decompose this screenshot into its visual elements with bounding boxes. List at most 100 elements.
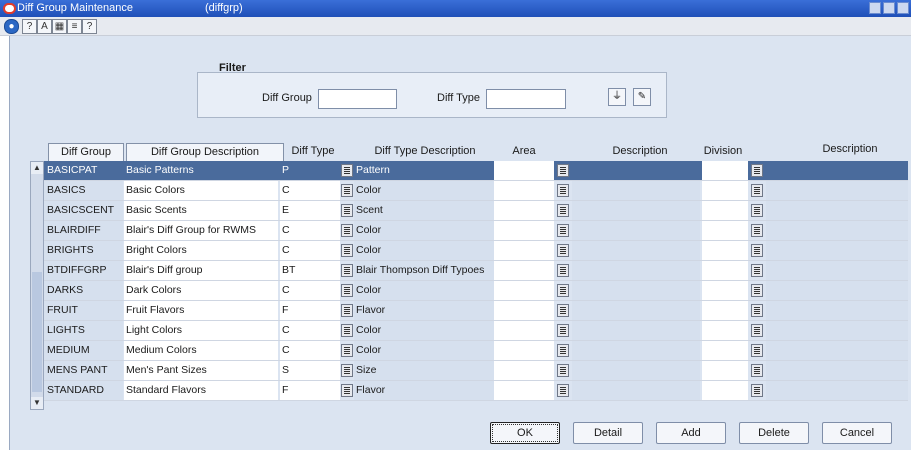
scroll-down-icon[interactable]: ▼ — [31, 397, 43, 409]
delete-button[interactable]: Delete — [739, 422, 809, 444]
diff-group-input[interactable] — [318, 89, 397, 109]
notes-icon[interactable]: ≡ — [67, 19, 82, 34]
cell-diff-group-description[interactable]: Blair's Diff group — [124, 261, 278, 280]
cell-area[interactable] — [494, 381, 554, 400]
info-icon[interactable]: ? — [82, 19, 97, 34]
lov-list-icon[interactable] — [557, 264, 569, 277]
cell-division[interactable] — [702, 181, 748, 200]
cell-area[interactable] — [494, 301, 554, 320]
cell-diff-group-description[interactable]: Standard Flavors — [124, 381, 278, 400]
table-row[interactable]: FRUIT Fruit Flavors F Flavor — [44, 301, 908, 321]
cell-division[interactable] — [702, 361, 748, 380]
cell-diff-type[interactable]: F — [280, 381, 340, 400]
lov-list-icon[interactable] — [557, 284, 569, 297]
scroll-up-icon[interactable]: ▲ — [31, 162, 43, 174]
lov-list-icon[interactable] — [341, 224, 353, 237]
table-row[interactable]: LIGHTS Light Colors C Color — [44, 321, 908, 341]
table-row[interactable]: STANDARD Standard Flavors F Flavor — [44, 381, 908, 401]
lov-list-icon[interactable] — [341, 184, 353, 197]
lov-list-icon[interactable] — [341, 264, 353, 277]
cell-division[interactable] — [702, 281, 748, 300]
lov-list-icon[interactable] — [341, 324, 353, 337]
table-row[interactable]: MEDIUM Medium Colors C Color — [44, 341, 908, 361]
maximize-icon[interactable] — [883, 2, 895, 14]
cell-diff-group-description[interactable]: Medium Colors — [124, 341, 278, 360]
cell-diff-group[interactable]: BASICS — [44, 181, 123, 200]
cell-diff-group[interactable]: BLAIRDIFF — [44, 221, 123, 240]
cell-division[interactable] — [702, 241, 748, 260]
cell-diff-group[interactable]: BASICSCENT — [44, 201, 123, 220]
detail-button[interactable]: Detail — [573, 422, 643, 444]
lov-list-icon[interactable] — [557, 304, 569, 317]
lov-list-icon[interactable] — [557, 364, 569, 377]
cell-diff-group-description[interactable]: Basic Patterns — [124, 161, 278, 180]
cell-diff-group[interactable]: DARKS — [44, 281, 123, 300]
cell-division[interactable] — [702, 341, 748, 360]
cell-diff-group[interactable]: BASICPAT — [44, 161, 123, 180]
cell-diff-type[interactable]: F — [280, 301, 340, 320]
cell-diff-group[interactable]: BRIGHTS — [44, 241, 123, 260]
lov-list-icon[interactable] — [341, 364, 353, 377]
column-header-diff-group[interactable]: Diff Group — [48, 143, 124, 162]
ok-button[interactable]: OK — [490, 422, 560, 444]
lov-list-icon[interactable] — [341, 284, 353, 297]
lov-list-icon[interactable] — [751, 244, 763, 257]
cell-division[interactable] — [702, 201, 748, 220]
cell-division[interactable] — [702, 301, 748, 320]
lov-list-icon[interactable] — [751, 184, 763, 197]
table-scrollbar[interactable]: ▲ ▼ — [30, 161, 44, 410]
help-icon[interactable]: ? — [22, 19, 37, 34]
column-header-diff-group-description[interactable]: Diff Group Description — [126, 143, 284, 162]
lov-list-icon[interactable] — [341, 304, 353, 317]
cell-diff-group[interactable]: LIGHTS — [44, 321, 123, 340]
cell-diff-group-description[interactable]: Fruit Flavors — [124, 301, 278, 320]
table-row[interactable]: MENS PANT Men's Pant Sizes S Size — [44, 361, 908, 381]
cell-area[interactable] — [494, 241, 554, 260]
cell-area[interactable] — [494, 161, 554, 180]
cell-diff-type[interactable]: C — [280, 221, 340, 240]
cell-division[interactable] — [702, 221, 748, 240]
lov-list-icon[interactable] — [557, 384, 569, 397]
cell-diff-group[interactable]: STANDARD — [44, 381, 123, 400]
lov-list-icon[interactable] — [557, 184, 569, 197]
lov-list-icon[interactable] — [557, 164, 569, 177]
lov-list-icon[interactable] — [751, 384, 763, 397]
lov-list-icon[interactable] — [341, 344, 353, 357]
table-row[interactable]: BTDIFFGRP Blair's Diff group BT Blair Th… — [44, 261, 908, 281]
cell-division[interactable] — [702, 381, 748, 400]
lov-list-icon[interactable] — [751, 224, 763, 237]
lov-list-icon[interactable] — [557, 204, 569, 217]
cell-diff-group[interactable]: MENS PANT — [44, 361, 123, 380]
spell-icon[interactable]: A — [37, 19, 52, 34]
cell-diff-group[interactable]: BTDIFFGRP — [44, 261, 123, 280]
cell-diff-group-description[interactable]: Light Colors — [124, 321, 278, 340]
clear-filter-icon[interactable]: ✎ — [633, 88, 651, 106]
cell-area[interactable] — [494, 341, 554, 360]
cell-diff-type[interactable]: C — [280, 241, 340, 260]
cell-diff-group-description[interactable]: Basic Scents — [124, 201, 278, 220]
lov-list-icon[interactable] — [751, 164, 763, 177]
cell-diff-group-description[interactable]: Dark Colors — [124, 281, 278, 300]
cancel-button[interactable]: Cancel — [822, 422, 892, 444]
lov-list-icon[interactable] — [341, 244, 353, 257]
lov-list-icon[interactable] — [751, 304, 763, 317]
cell-diff-type[interactable]: C — [280, 341, 340, 360]
cell-area[interactable] — [494, 201, 554, 220]
lov-list-icon[interactable] — [751, 264, 763, 277]
table-row[interactable]: DARKS Dark Colors C Color — [44, 281, 908, 301]
cell-diff-group-description[interactable]: Bright Colors — [124, 241, 278, 260]
lov-list-icon[interactable] — [557, 224, 569, 237]
cell-diff-type[interactable]: BT — [280, 261, 340, 280]
lov-list-icon[interactable] — [751, 284, 763, 297]
cell-diff-type[interactable]: C — [280, 281, 340, 300]
add-button[interactable]: Add — [656, 422, 726, 444]
lov-list-icon[interactable] — [751, 344, 763, 357]
lov-list-icon[interactable] — [341, 204, 353, 217]
cell-division[interactable] — [702, 261, 748, 280]
table-row[interactable]: BASICPAT Basic Patterns P Pattern — [44, 161, 908, 181]
cell-diff-type[interactable]: E — [280, 201, 340, 220]
cell-diff-group-description[interactable]: Blair's Diff Group for RWMS — [124, 221, 278, 240]
cell-area[interactable] — [494, 261, 554, 280]
table-row[interactable]: BLAIRDIFF Blair's Diff Group for RWMS C … — [44, 221, 908, 241]
close-icon[interactable] — [897, 2, 909, 14]
